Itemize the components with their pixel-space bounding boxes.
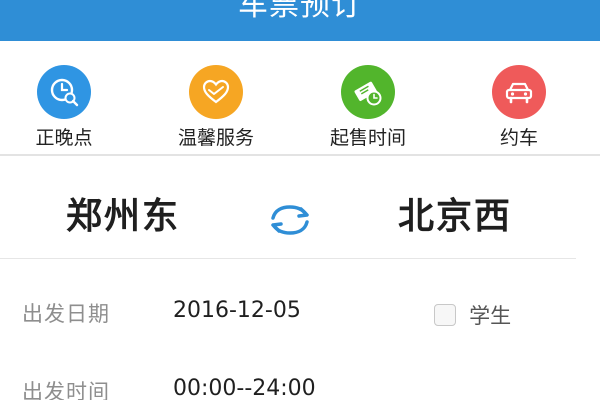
departure-station[interactable]: 郑州东 bbox=[66, 197, 180, 237]
page-title: 车票预订 bbox=[238, 0, 362, 23]
car-icon bbox=[492, 65, 546, 119]
clock-search-icon bbox=[37, 65, 91, 119]
quick-action-label: 约车 bbox=[499, 127, 538, 149]
departure-date-row[interactable]: 出发日期 2016-12-05 学生 bbox=[0, 292, 600, 332]
quick-action-delay-status[interactable]: 正晚点 bbox=[9, 65, 119, 149]
quick-action-book-car[interactable]: 约车 bbox=[464, 65, 574, 149]
quick-action-label: 温馨服务 bbox=[177, 127, 254, 149]
route-selector: 郑州东 北京西 bbox=[0, 157, 576, 259]
ticket-booking-screen: 车票预订 正晚点 温馨服务 起售时间 约车 郑州东 北京西 出发日期 2016-… bbox=[0, 0, 600, 400]
departure-date-label: 出发日期 bbox=[22, 302, 110, 326]
departure-time-label: 出发时间 bbox=[22, 380, 110, 400]
quick-action-label: 起售时间 bbox=[329, 127, 406, 149]
departure-time-row[interactable]: 出发时间 00:00--24:00 bbox=[0, 370, 600, 400]
quick-action-label: 正晚点 bbox=[35, 127, 93, 149]
student-ticket-option[interactable]: 学生 bbox=[434, 300, 511, 330]
ticket-clock-icon bbox=[341, 65, 395, 119]
quick-action-sale-time[interactable]: 起售时间 bbox=[313, 65, 423, 149]
arrival-station[interactable]: 北京西 bbox=[398, 197, 512, 237]
app-header: 车票预订 bbox=[0, 0, 600, 41]
departure-time-value[interactable]: 00:00--24:00 bbox=[173, 376, 316, 400]
quick-action-bar: 正晚点 温馨服务 起售时间 约车 bbox=[0, 41, 600, 156]
quick-action-warm-service[interactable]: 温馨服务 bbox=[161, 65, 271, 149]
departure-date-value[interactable]: 2016-12-05 bbox=[173, 298, 301, 323]
student-checkbox[interactable] bbox=[434, 304, 456, 326]
heart-hands-icon bbox=[189, 65, 243, 119]
swap-arrows-icon[interactable] bbox=[265, 200, 315, 240]
student-label: 学生 bbox=[469, 304, 512, 328]
